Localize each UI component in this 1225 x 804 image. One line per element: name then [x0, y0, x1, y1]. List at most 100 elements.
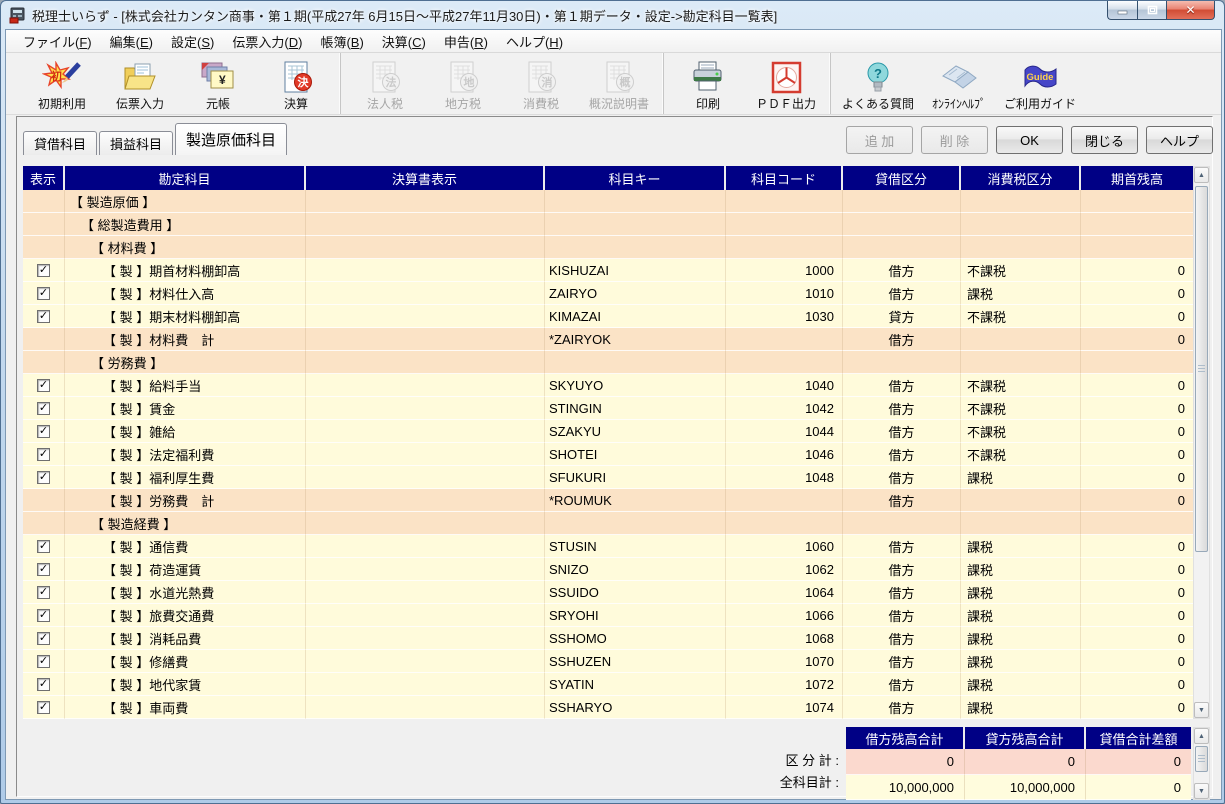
settlement-button[interactable]: 決決算: [257, 53, 335, 114]
閉じる-button[interactable]: 閉じる: [1071, 126, 1138, 154]
menu-item-d[interactable]: 伝票入力(D): [223, 29, 311, 54]
visible-checkbox[interactable]: ✓: [37, 448, 50, 461]
cell-account-key: SSHARYO: [545, 696, 726, 719]
visible-checkbox[interactable]: ✓: [37, 264, 50, 277]
visible-checkbox[interactable]: ✓: [37, 609, 50, 622]
scrollbar-thumb[interactable]: [1195, 186, 1208, 552]
cell-debit-credit: 借方: [843, 420, 961, 443]
visible-checkbox[interactable]: ✓: [37, 425, 50, 438]
cell-account-code: 1030: [726, 305, 843, 328]
faq-button[interactable]: ?よくある質問: [836, 53, 920, 114]
table-row[interactable]: ✓【 製 】修繕費SSHUZEN1070借方課税0: [23, 650, 1193, 673]
table-row[interactable]: 【 製造原価 】: [23, 190, 1193, 213]
visible-checkbox[interactable]: ✓: [37, 632, 50, 645]
menu-item-b[interactable]: 帳簿(B): [311, 29, 372, 54]
table-row[interactable]: ✓【 製 】材料仕入高ZAIRYO1010借方課税0: [23, 282, 1193, 305]
table-row[interactable]: ✓【 製 】地代家賃SYATIN1072借方課税0: [23, 673, 1193, 696]
tab-損益科目[interactable]: 損益科目: [99, 131, 173, 155]
table-row[interactable]: ✓【 製 】水道光熱費SSUIDO1064借方課税0: [23, 581, 1193, 604]
summary-scrollbar[interactable]: ▲ ▼: [1193, 727, 1210, 800]
ledger-button[interactable]: ¥元帳: [179, 53, 257, 114]
table-row[interactable]: 【 製造経費 】: [23, 512, 1193, 535]
scroll-up-icon[interactable]: ▲: [1194, 728, 1209, 744]
visible-checkbox[interactable]: ✓: [37, 540, 50, 553]
menu-item-e[interactable]: 編集(E): [101, 29, 162, 54]
table-row[interactable]: ✓【 製 】賃金STINGIN1042借方不課税0: [23, 397, 1193, 420]
restore-button[interactable]: [1137, 0, 1167, 20]
summary-labels: 区 分 計 : 全科目計 :: [637, 750, 839, 794]
table-row[interactable]: 【 総製造費用 】: [23, 213, 1193, 236]
visible-checkbox[interactable]: ✓: [37, 287, 50, 300]
minimize-button[interactable]: [1107, 0, 1137, 20]
OK-button[interactable]: OK: [996, 126, 1063, 154]
title-bar[interactable]: 税理士いらず - [株式会社カンタン商事・第１期(平成27年 6月15日～平成2…: [1, 1, 1224, 29]
menu-item-f[interactable]: ファイル(F): [14, 29, 101, 54]
table-row[interactable]: ✓【 製 】法定福利費SHOTEI1046借方不課税0: [23, 443, 1193, 466]
tab-製造原価科目[interactable]: 製造原価科目: [175, 123, 287, 155]
scroll-down-icon[interactable]: ▼: [1194, 702, 1209, 718]
visible-checkbox[interactable]: ✓: [37, 563, 50, 576]
menu-item-s[interactable]: 設定(S): [162, 29, 223, 54]
ledger-cards-icon: ¥: [198, 61, 238, 95]
close-icon[interactable]: ✕: [1167, 0, 1215, 20]
scroll-down-icon[interactable]: ▼: [1194, 783, 1209, 799]
visible-checkbox[interactable]: ✓: [37, 379, 50, 392]
table-row[interactable]: ✓【 製 】車両費SSHARYO1074借方課税0: [23, 696, 1193, 719]
cell-account-name: 【 製 】期首材料棚卸高: [65, 259, 306, 282]
online-help-button[interactable]: ｵﾝﾗｲﾝﾍﾙﾌﾟ: [920, 53, 998, 114]
visible-checkbox[interactable]: ✓: [37, 678, 50, 691]
table-row[interactable]: ✓【 製 】雑給SZAKYU1044借方不課税0: [23, 420, 1193, 443]
cell-visible: ✓: [23, 535, 65, 558]
cell-debit-credit: 借方: [843, 374, 961, 397]
table-row[interactable]: ✓【 製 】荷造運賃SNIZO1062借方課税0: [23, 558, 1193, 581]
table-row[interactable]: 【 材料費 】: [23, 236, 1193, 259]
cell-account-code: [726, 328, 843, 351]
app-icon: [9, 7, 26, 24]
table-row[interactable]: ✓【 製 】消耗品費SSHOMO1068借方課税0: [23, 627, 1193, 650]
visible-checkbox[interactable]: ✓: [37, 310, 50, 323]
usage-guide-button[interactable]: Guideご利用ガイド: [998, 53, 1082, 114]
ヘルプ-button[interactable]: ヘルプ: [1146, 126, 1213, 154]
visible-checkbox[interactable]: ✓: [37, 586, 50, 599]
table-row[interactable]: ✓【 製 】通信費STUSIN1060借方課税0: [23, 535, 1193, 558]
table-row[interactable]: ✓【 製 】福利厚生費SFUKURI1048借方課税0: [23, 466, 1193, 489]
cell-debit-credit: 借方: [843, 328, 961, 351]
cell-account-key: SKYUYO: [545, 374, 726, 397]
svg-text:法: 法: [386, 75, 397, 89]
visible-checkbox[interactable]: ✓: [37, 402, 50, 415]
doc-gai-icon: 概: [599, 61, 639, 95]
voucher-input-button[interactable]: 伝票入力: [101, 53, 179, 114]
visible-checkbox[interactable]: ✓: [37, 655, 50, 668]
visible-checkbox[interactable]: ✓: [37, 471, 50, 484]
cell-statement-display: [306, 489, 545, 512]
visible-checkbox[interactable]: ✓: [37, 701, 50, 714]
table-row[interactable]: 【 製 】労務費 計*ROUMUK借方0: [23, 489, 1193, 512]
cell-account-key: SHOTEI: [545, 443, 726, 466]
cell-visible: [23, 328, 65, 351]
cell-account-code: 1062: [726, 558, 843, 581]
cell-account-code: 1072: [726, 673, 843, 696]
scroll-up-icon[interactable]: ▲: [1194, 167, 1209, 183]
cell-account-key: [545, 213, 726, 236]
cell-account-key: SFUKURI: [545, 466, 726, 489]
table-row[interactable]: ✓【 製 】旅費交通費SRYOHI1066借方課税0: [23, 604, 1193, 627]
cell-opening-balance: 0: [1081, 650, 1193, 673]
table-row[interactable]: ✓【 製 】給料手当SKYUYO1040借方不課税0: [23, 374, 1193, 397]
table-row[interactable]: ✓【 製 】期首材料棚卸高KISHUZAI1000借方不課税0: [23, 259, 1193, 282]
table-row[interactable]: ✓【 製 】期末材料棚卸高KIMAZAI1030貸方不課税0: [23, 305, 1193, 328]
menu-item-r[interactable]: 申告(R): [435, 29, 497, 54]
table-scrollbar[interactable]: ▲ ▼: [1193, 166, 1210, 719]
print-button[interactable]: 印刷: [669, 53, 747, 114]
menu-item-c[interactable]: 決算(C): [373, 29, 435, 54]
table-row[interactable]: 【 製 】材料費 計*ZAIRYOK借方0: [23, 328, 1193, 351]
cell-account-code: 1044: [726, 420, 843, 443]
tab-貸借科目[interactable]: 貸借科目: [23, 131, 97, 155]
cell-opening-balance: [1081, 236, 1193, 259]
table-row[interactable]: 【 労務費 】: [23, 351, 1193, 374]
initial-use-button[interactable]: 初初期利用: [23, 53, 101, 114]
scrollbar-thumb[interactable]: [1195, 746, 1208, 772]
cell-opening-balance: 0: [1081, 581, 1193, 604]
cell-account-name: 【 労務費 】: [65, 351, 306, 374]
menu-item-h[interactable]: ヘルプ(H): [497, 29, 572, 54]
pdf-export-button[interactable]: ＰＤＦ出力: [747, 53, 825, 114]
